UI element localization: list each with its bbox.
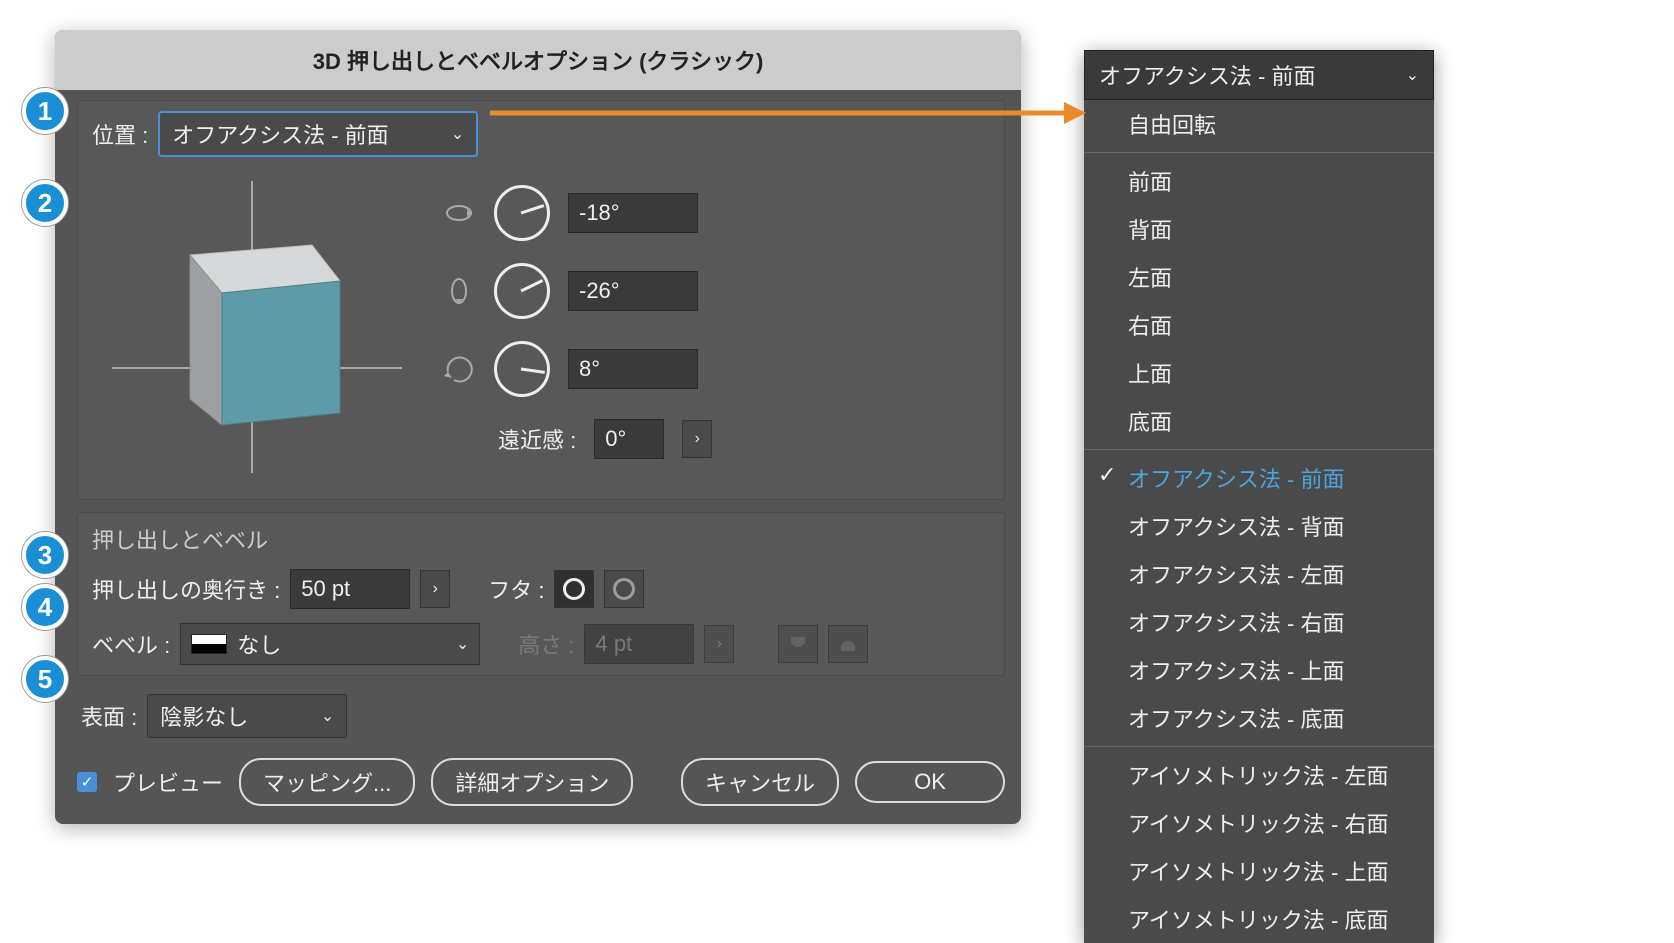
dialog-3d-extrude: 3D 押し出しとベベルオプション (クラシック) 位置 : オフアクシス法 - …: [55, 30, 1021, 824]
preview-checkbox[interactable]: ✓: [77, 772, 97, 792]
cube-preview[interactable]: [92, 163, 412, 489]
mapping-button[interactable]: マッピング...: [239, 758, 415, 806]
chevron-down-icon: ⌄: [1406, 65, 1419, 85]
perspective-label: 遠近感 :: [498, 423, 576, 455]
rotate-z-icon: [442, 352, 476, 386]
height-label: 高さ :: [518, 628, 574, 660]
callout-4: 4: [22, 584, 68, 630]
dropdown-item[interactable]: オフアクシス法 - 背面: [1084, 502, 1434, 550]
dropdown-item[interactable]: オフアクシス法 - 右面: [1084, 598, 1434, 646]
rotate-x-icon: [442, 196, 476, 230]
rot-y-dial[interactable]: [494, 263, 550, 319]
rot-z-input[interactable]: [568, 349, 698, 389]
extrude-depth-input[interactable]: [290, 569, 410, 609]
rot-x-dial[interactable]: [494, 185, 550, 241]
surface-label: 表面 :: [81, 700, 137, 732]
cap-on-button[interactable]: [554, 570, 594, 608]
dropdown-item[interactable]: オフアクシス法 - 前面: [1084, 454, 1434, 502]
rotate-y-icon: [442, 274, 476, 308]
preview-label: プレビュー: [113, 766, 223, 798]
dropdown-item[interactable]: アイソメトリック法 - 上面: [1084, 847, 1434, 895]
callout-2: 2: [22, 180, 68, 226]
callout-3: 3: [22, 532, 68, 578]
dropdown-item[interactable]: アイソメトリック法 - 左面: [1084, 751, 1434, 799]
chevron-down-icon: ⌄: [321, 706, 334, 726]
dropdown-header[interactable]: オフアクシス法 - 前面 ⌄: [1084, 50, 1434, 100]
callout-1: 1: [22, 88, 68, 134]
bevel-out-icon: [778, 625, 818, 663]
position-select-value: オフアクシス法 - 前面: [172, 118, 388, 150]
dropdown-item[interactable]: オフアクシス法 - 左面: [1084, 550, 1434, 598]
dropdown-item[interactable]: 右面: [1084, 301, 1434, 349]
position-label: 位置 :: [92, 118, 148, 150]
dropdown-item[interactable]: アイソメトリック法 - 右面: [1084, 799, 1434, 847]
rot-z-dial[interactable]: [494, 341, 550, 397]
bevel-swatch-icon: [191, 634, 227, 654]
cap-label: フタ :: [488, 573, 544, 605]
rot-y-input[interactable]: [568, 271, 698, 311]
extrude-depth-label: 押し出しの奥行き :: [92, 573, 280, 605]
surface-select-value: 陰影なし: [160, 700, 248, 732]
perspective-input[interactable]: [594, 419, 664, 459]
extrude-section: 押し出しとベベル 押し出しの奥行き : › フタ : ベベル : なし ⌄: [77, 512, 1005, 676]
dropdown-item[interactable]: 前面: [1084, 157, 1434, 205]
bevel-in-icon: [828, 625, 868, 663]
dropdown-header-value: オフアクシス法 - 前面: [1099, 59, 1315, 91]
rot-x-input[interactable]: [568, 193, 698, 233]
perspective-stepper[interactable]: ›: [682, 420, 712, 458]
extrude-section-title: 押し出しとベベル: [92, 523, 990, 555]
position-dropdown-open[interactable]: オフアクシス法 - 前面 ⌄ 自由回転前面背面左面右面上面底面オフアクシス法 -…: [1084, 50, 1434, 943]
height-stepper: ›: [704, 625, 734, 663]
annotation-arrow: [490, 98, 1086, 128]
extrude-depth-stepper[interactable]: ›: [420, 570, 450, 608]
cap-off-button[interactable]: [604, 570, 644, 608]
chevron-down-icon: ⌄: [456, 634, 469, 654]
dropdown-separator: [1084, 449, 1434, 450]
callout-5: 5: [22, 656, 68, 702]
dropdown-separator: [1084, 746, 1434, 747]
chevron-down-icon: ⌄: [451, 124, 464, 144]
cancel-button[interactable]: キャンセル: [681, 758, 839, 806]
bevel-label: ベベル :: [92, 628, 170, 660]
dropdown-item[interactable]: オフアクシス法 - 上面: [1084, 646, 1434, 694]
height-input: [584, 624, 694, 664]
bevel-select-value: なし: [237, 628, 281, 660]
bevel-select[interactable]: なし ⌄: [180, 623, 480, 665]
dropdown-item[interactable]: 左面: [1084, 253, 1434, 301]
ok-button[interactable]: OK: [855, 761, 1005, 803]
dropdown-item[interactable]: 底面: [1084, 397, 1434, 445]
dropdown-separator: [1084, 152, 1434, 153]
position-section: 位置 : オフアクシス法 - 前面 ⌄: [77, 100, 1005, 500]
surface-select[interactable]: 陰影なし ⌄: [147, 694, 347, 738]
position-select[interactable]: オフアクシス法 - 前面 ⌄: [158, 111, 478, 157]
dropdown-item[interactable]: 背面: [1084, 205, 1434, 253]
dropdown-item[interactable]: オフアクシス法 - 底面: [1084, 694, 1434, 742]
more-options-button[interactable]: 詳細オプション: [431, 758, 633, 806]
dropdown-item[interactable]: 上面: [1084, 349, 1434, 397]
dropdown-item[interactable]: 自由回転: [1084, 100, 1434, 148]
dialog-title: 3D 押し出しとベベルオプション (クラシック): [55, 30, 1021, 90]
